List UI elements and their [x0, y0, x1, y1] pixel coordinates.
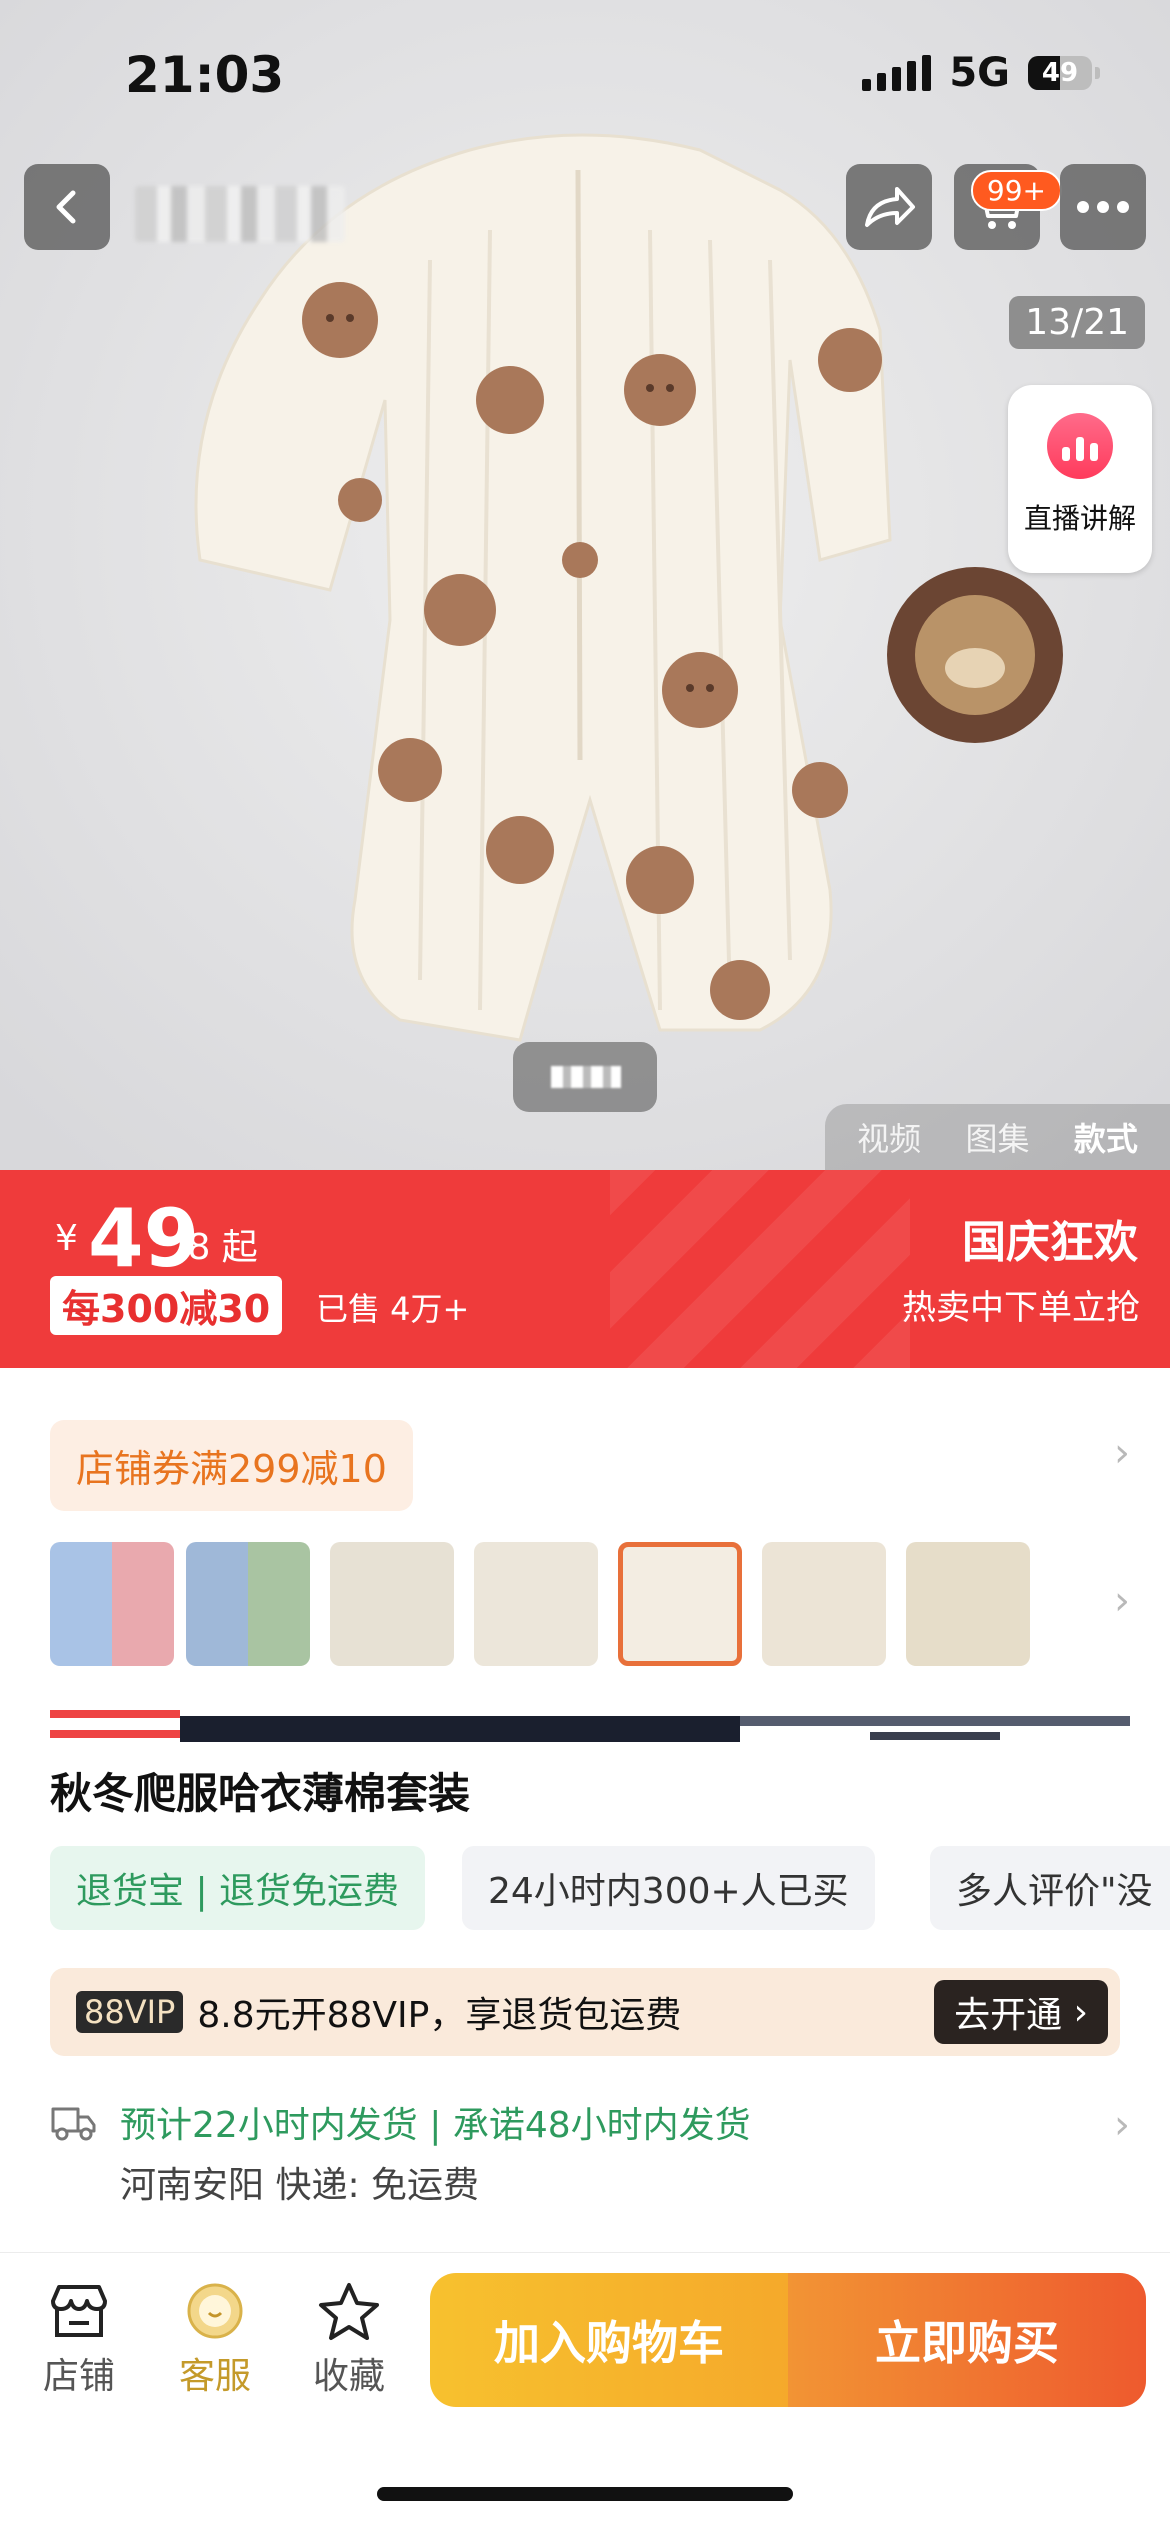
more-button[interactable]: [1060, 164, 1146, 250]
banner-pattern: [610, 1170, 910, 1368]
status-time: 21:03: [125, 46, 285, 104]
add-to-cart-button[interactable]: 加入购物车: [430, 2273, 788, 2407]
battery-icon: 49: [1028, 56, 1100, 90]
vip-open-button[interactable]: 去开通 ›: [934, 1980, 1108, 2044]
promo-title: 国庆狂欢: [962, 1217, 1138, 1268]
store-button[interactable]: 店铺: [24, 2281, 134, 2399]
variant-thumb-7[interactable]: [906, 1542, 1030, 1666]
live-explain-button[interactable]: 直播讲解: [1008, 385, 1152, 573]
favorite-button[interactable]: 收藏: [294, 2281, 404, 2399]
sold-count: 已售 4万+: [316, 1290, 470, 1328]
discount-badge: 每300减30: [50, 1276, 283, 1335]
tag-reviews[interactable]: 多人评价"没: [930, 1846, 1170, 1930]
hero-overlay-pill[interactable]: [513, 1042, 657, 1112]
variant-thumb-2[interactable]: [186, 1542, 310, 1666]
shop-name-blurred: [135, 186, 345, 242]
price-decimal: .8 起: [176, 1227, 258, 1268]
variants-chevron-icon[interactable]: ›: [1114, 1578, 1130, 1624]
cart-count-badge: 99+: [970, 170, 1062, 211]
tab-gallery[interactable]: 图集: [965, 1114, 1029, 1160]
promo-subtitle: 热卖中下单立抢: [902, 1288, 1140, 1328]
customer-service-label: 客服: [178, 2356, 251, 2397]
buy-now-button[interactable]: 立即购买: [788, 2273, 1146, 2407]
product-details: 店铺券满299减10 › › 秋冬爬服哈衣薄棉套装 退货宝 | 退货免运费 24…: [0, 1368, 1170, 2252]
currency-symbol: ¥: [55, 1218, 78, 1259]
more-dots-icon: [1077, 201, 1129, 213]
network-label: 5G: [949, 50, 1010, 96]
vip-open-label: 去开通: [954, 1995, 1063, 2036]
store-label: 店铺: [42, 2356, 115, 2397]
variant-thumb-3[interactable]: [330, 1542, 454, 1666]
product-image-gallery[interactable]: 21:03 5G 49 99+ 13/21 直播讲解 视频 图集 款式: [0, 0, 1170, 1170]
tag-recent-buyers[interactable]: 24小时内300+人已买: [462, 1846, 875, 1930]
battery-level: 49: [1041, 58, 1079, 88]
media-tabs: 视频 图集 款式: [825, 1104, 1170, 1170]
back-button[interactable]: [24, 164, 110, 250]
vip-promo-bar[interactable]: 88VIP 8.8元开88VIP，享退货包运费 去开通 ›: [50, 1968, 1120, 2056]
product-title: 秋冬爬服哈衣薄棉套装: [50, 1769, 471, 1818]
variant-thumb-6[interactable]: [762, 1542, 886, 1666]
vip-text: 8.8元开88VIP，享退货包运费: [197, 1995, 682, 2036]
home-indicator: [377, 2487, 793, 2501]
chevron-right-icon: ›: [1062, 1991, 1088, 2033]
customer-service-icon: [187, 2283, 243, 2339]
customer-service-button[interactable]: 客服: [160, 2281, 270, 2399]
tab-styles[interactable]: 款式: [1074, 1114, 1138, 1160]
chevron-left-icon: [56, 190, 76, 224]
live-label: 直播讲解: [1023, 502, 1136, 535]
store-icon: [51, 2285, 107, 2337]
tag-return-insurance[interactable]: 退货宝 | 退货免运费: [50, 1846, 426, 1930]
shipping-estimate: 预计22小时内发货 | 承诺48小时内发货: [120, 2105, 751, 2146]
live-bars-icon: [1047, 413, 1113, 479]
image-counter: 13/21: [1009, 296, 1145, 349]
variant-thumb-5-selected[interactable]: [618, 1542, 742, 1666]
share-icon: [865, 187, 915, 227]
price-banner: ¥ 49 .8 起 每300减30 已售 4万+ 国庆狂欢 热卖中下单立抢: [0, 1170, 1170, 1368]
variant-thumb-1[interactable]: [50, 1542, 174, 1666]
star-icon: [319, 2283, 379, 2340]
favorite-label: 收藏: [312, 2356, 385, 2397]
shop-coupon[interactable]: 店铺券满299减10: [50, 1420, 413, 1511]
status-icons: 5G 49: [862, 50, 1100, 96]
variant-thumb-4[interactable]: [474, 1542, 598, 1666]
signal-icon: [862, 55, 932, 91]
shipping-chevron-icon[interactable]: ›: [1114, 2102, 1130, 2148]
title-blurred: [50, 1706, 1130, 1752]
tab-video[interactable]: 视频: [857, 1114, 921, 1160]
chevron-right-icon[interactable]: ›: [1114, 1430, 1130, 1476]
share-button[interactable]: [846, 164, 932, 250]
vip-badge: 88VIP: [76, 1991, 184, 2033]
delivery-truck-icon: [51, 2107, 96, 2141]
bottom-action-bar: 店铺 客服 收藏 加入购物车 立即购买: [0, 2252, 1170, 2533]
shipping-origin: 河南安阳 快递: 免运费: [120, 2165, 480, 2206]
